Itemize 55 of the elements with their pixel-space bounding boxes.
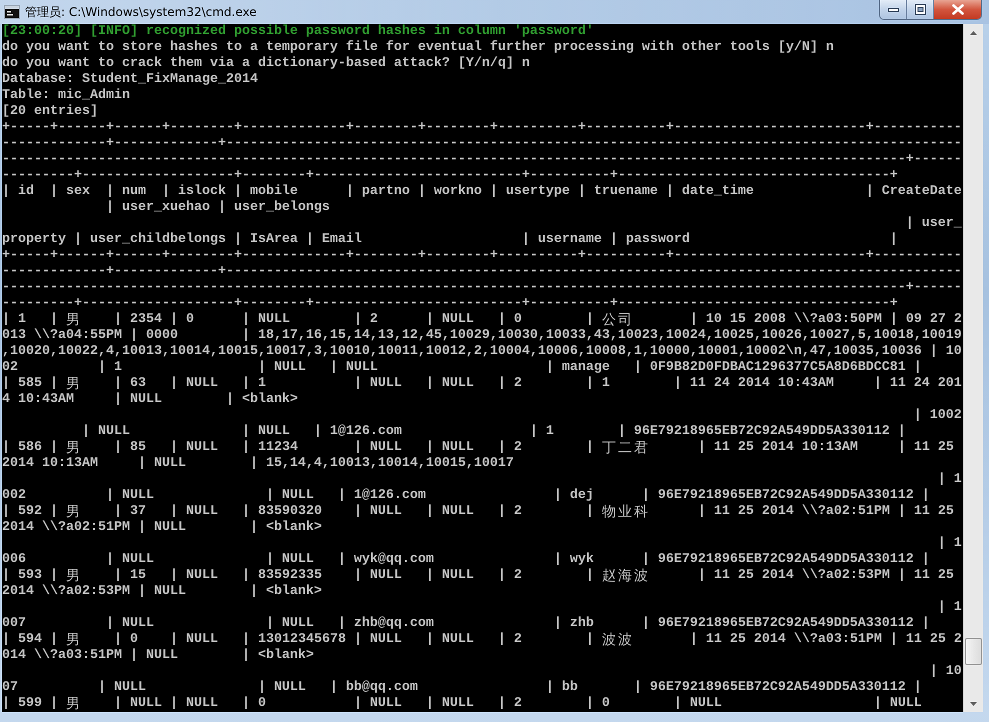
console-line: ---------+-------------------+--------+--------------------------+----------+----------------------------------+: [2, 168, 898, 184]
console-line: | 1: [936, 536, 962, 552]
console-line: +-----+------+------+--------+-------------+--------+--------+----------+----------+------------------------+-----------: [2, 248, 962, 264]
console-line: 2014 10:13AM | NULL | 15,14,4,10013,10014,10015,10017: [2, 456, 514, 472]
console-line: | 594 | 男 | 0 | NULL | 13012345678 | NULL | NULL | 2 | 波波 | 11 25 2014 \\?a03:51PM | 11 25 2: [2, 632, 962, 648]
console-line: | 586 | 男 | 85 | NULL | 11234 | NULL | NULL | 2 | 丁二君 | 11 25 2014 10:13AM | 11 25: [2, 440, 954, 456]
console-line: 006 | NULL | NULL | wyk@qq.com | wyk | 96E79218965EB72C92A549DD5A330112 |: [2, 552, 930, 568]
scrollbar-thumb[interactable]: [965, 638, 982, 665]
console-line: property | user_childbelongs | IsArea | Email | username | password |: [2, 232, 898, 248]
console-line: | 599 | 男 | NULL | NULL | 0 | NULL | NULL | 2 | 0 | NULL | NULL: [2, 696, 922, 712]
close-icon: [952, 4, 964, 15]
console-line: | 1: [936, 472, 962, 488]
vertical-scrollbar[interactable]: [963, 24, 983, 712]
up-arrow-icon: [970, 30, 977, 34]
console-line: 014 \\?a03:51PM | NULL | <blank>: [2, 648, 314, 664]
console-line: -----------------------------------------------------------------------------------------------------------------+------: [2, 280, 962, 296]
restore-button[interactable]: [907, 0, 934, 19]
console-line: | 585 | 男 | 63 | NULL | 1 | NULL | NULL | 2 | 1 | 11 24 2014 10:43AM | 11 24 201: [2, 376, 962, 392]
console-line: ---------+-------------------+--------+--------------------------+----------+----------------------------------+: [2, 296, 898, 312]
console-line: | 1002: [912, 408, 962, 424]
console-line: | 1 | 男 | 2354 | 0 | NULL | 2 | NULL | 0 | 公司 | 10 15 2008 \\?a03:50PM | 09 27 2: [2, 312, 962, 328]
down-arrow-icon: [970, 702, 977, 706]
console-line: | 592 | 男 | 37 | NULL | 83590320 | NULL | NULL | 2 | 物业科 | 11 25 2014 \\?a02:51PM | 11 25: [2, 504, 954, 520]
console-line: [23:00:20] [INFO] recognized possible password hashes in column 'password': [2, 24, 594, 40]
console-line: -----------------------------------------------------------------------------------------------------------------+------: [2, 152, 962, 168]
console-line: [20 entries]: [2, 104, 98, 120]
console-icon: [4, 5, 20, 19]
console-line: +-----+------+------+--------+-------------+--------+--------+----------+----------+------------------------+-----------: [2, 120, 962, 136]
console-line: Database: Student_FixManage_2014: [2, 72, 258, 88]
console-line: ,10020,10022,4,10013,10014,10015,10017,3,10010,10011,10012,2,10004,10006,10008,1,10000,10001,10002\n,47,10035,10036 | 10: [2, 344, 962, 360]
close-button[interactable]: [934, 0, 981, 19]
console-line: | 593 | 男 | 15 | NULL | 83592335 | NULL | NULL | 2 | 赵海波 | 11 25 2014 \\?a02:53PM | 11 25: [2, 568, 954, 584]
console-line: 2014 \\?a02:53PM | NULL | <blank>: [2, 584, 322, 600]
console-line: | user_xuehao | user_belongs: [104, 200, 330, 216]
console-line: -------------+-------------+--------------------------------------------------------------------------------------------: [2, 264, 962, 280]
minimize-button[interactable]: [880, 0, 907, 19]
console-line: do you want to store hashes to a temporary file for eventual further processing with other tools [y/N] n: [2, 40, 834, 56]
console-line: | user_: [904, 216, 962, 232]
console-line: | id | sex | num | islock | mobile | partno | workno | usertype | truename | date_time | CreateDate: [2, 184, 962, 200]
console-line: do you want to crack them via a dictionary-based attack? [Y/n/q] n: [2, 56, 530, 72]
window-title: 管理员: C:\Windows\system32\cmd.exe: [25, 4, 257, 20]
console-line: | NULL | NULL | 1@126.com | 1 | 96E79218965EB72C92A549DD5A330112 |: [80, 424, 906, 440]
restore-icon: [914, 4, 926, 15]
console-line: | 10: [928, 664, 962, 680]
minimize-icon: [888, 8, 898, 12]
console-line: 4 10:43AM | NULL | <blank>: [2, 392, 298, 408]
console-line: -------------+-------------+--------------------------------------------------------------------------------------------: [2, 136, 962, 152]
console-line: 013 \\?a04:55PM | 0000 | 18,17,16,15,14,13,12,45,10029,10030,10033,43,10023,10024,10025,10026,10027,5,10018,10019: [2, 328, 962, 344]
console-line: | 1: [936, 600, 962, 616]
console-line: 2014 \\?a02:51PM | NULL | <blank>: [2, 520, 322, 536]
console-line: Table: mic_Admin: [2, 88, 130, 104]
console-line: 007 | NULL | NULL | zhb@qq.com | zhb | 96E79218965EB72C92A549DD5A330112 |: [2, 616, 930, 632]
console-line: 02 | 1 | NULL | NULL | manage | 0F9B82D0FDBAC1296377C5A8D6BDCC81 |: [2, 360, 922, 376]
console-line: 07 | NULL | NULL | bb@qq.com | bb | 96E79218965EB72C92A549DD5A330112 |: [2, 680, 922, 696]
console-line: 002 | NULL | NULL | 1@126.com | dej | 96E79218965EB72C92A549DD5A330112 |: [2, 488, 930, 504]
